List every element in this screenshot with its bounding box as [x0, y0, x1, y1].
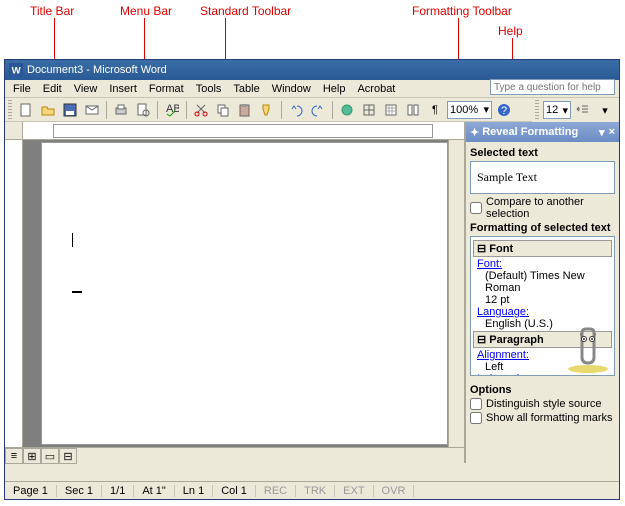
normal-view-button[interactable]: ≡ — [5, 448, 23, 464]
showall-checkbox[interactable]: Show all formatting marks — [470, 412, 615, 424]
hscroll-row: ≡ ⊞ ▭ ⊟ — [5, 447, 464, 463]
font-group[interactable]: ⊟ Font — [473, 240, 612, 257]
callout-fmt-toolbar: Formatting Toolbar — [412, 4, 512, 18]
taskpane-dropdown-icon[interactable]: ▾ — [599, 126, 605, 139]
toolbar-grip[interactable] — [535, 100, 539, 120]
indentation-link[interactable]: Indentation: — [473, 373, 612, 376]
print-icon[interactable] — [111, 100, 131, 120]
show-hide-icon[interactable]: ¶ — [425, 100, 445, 120]
menu-edit[interactable]: Edit — [37, 81, 68, 97]
columns-icon[interactable] — [403, 100, 423, 120]
new-icon[interactable] — [16, 100, 36, 120]
svg-text:?: ? — [501, 105, 507, 117]
taskpane-close-icon[interactable]: × — [609, 126, 615, 138]
svg-text:W: W — [12, 66, 22, 77]
spelling-icon[interactable]: ABC — [162, 100, 182, 120]
help-search-input[interactable] — [490, 79, 615, 95]
callout-help: Help — [498, 24, 523, 38]
distinguish-checkbox[interactable]: Distinguish style source — [470, 398, 615, 410]
menu-insert[interactable]: Insert — [103, 81, 143, 97]
end-of-document-marker — [72, 291, 82, 293]
status-ext[interactable]: EXT — [335, 485, 373, 497]
font-link[interactable]: Font: — [473, 258, 612, 270]
status-at: At 1" — [134, 485, 174, 497]
font-size-combo[interactable]: 12▾ — [543, 101, 571, 119]
menu-window[interactable]: Window — [266, 81, 317, 97]
status-line: Ln 1 — [175, 485, 213, 497]
insert-table-icon[interactable] — [381, 100, 401, 120]
ruler-corner — [5, 122, 23, 140]
menu-help[interactable]: Help — [317, 81, 352, 97]
print-preview-icon[interactable] — [133, 100, 153, 120]
insertion-point — [72, 233, 73, 247]
format-painter-icon[interactable] — [257, 100, 277, 120]
copy-icon[interactable] — [213, 100, 233, 120]
menu-format[interactable]: Format — [143, 81, 190, 97]
formatting-label: Formatting of selected text — [470, 222, 615, 234]
formatting-toolbar: 12▾ ▾ — [532, 98, 618, 122]
callout-menu-bar: Menu Bar — [120, 4, 172, 18]
selected-text-label: Selected text — [470, 147, 615, 159]
vertical-scrollbar[interactable] — [448, 140, 464, 447]
formatting-details: ⊟ Font Font: (Default) Times New Roman 1… — [470, 236, 615, 376]
menu-table[interactable]: Table — [227, 81, 265, 97]
open-icon[interactable] — [38, 100, 58, 120]
word-icon: W — [9, 63, 23, 77]
main-area: ≡ ⊞ ▭ ⊟ ✦ Reveal Formatting ▾ × Selected… — [5, 122, 619, 463]
title-bar: W Document3 - Microsoft Word — [5, 60, 619, 80]
vertical-ruler[interactable] — [5, 140, 23, 447]
status-section: Sec 1 — [57, 485, 102, 497]
menu-acrobat[interactable]: Acrobat — [351, 81, 401, 97]
status-trk[interactable]: TRK — [296, 485, 335, 497]
office-assistant-icon[interactable] — [564, 325, 612, 373]
status-bar: Page 1 Sec 1 1/1 At 1" Ln 1 Col 1 REC TR… — [5, 481, 619, 499]
status-page: Page 1 — [5, 485, 57, 497]
app-window: W Document3 - Microsoft Word File Edit V… — [4, 59, 620, 500]
horizontal-ruler[interactable] — [23, 122, 464, 140]
toolbar-grip[interactable] — [8, 100, 12, 120]
paste-icon[interactable] — [235, 100, 255, 120]
help-icon[interactable]: ? — [494, 100, 514, 120]
standard-toolbar: ABC ¶ 100%▾ ? — [5, 98, 619, 122]
compare-checkbox[interactable]: Compare to another selection — [470, 196, 615, 220]
outline-view-button[interactable]: ⊟ — [59, 448, 77, 464]
task-pane: ✦ Reveal Formatting ▾ × Selected text Sa… — [464, 122, 619, 463]
save-icon[interactable] — [60, 100, 80, 120]
hyperlink-icon[interactable] — [337, 100, 357, 120]
taskpane-title: Reveal Formatting — [482, 126, 578, 138]
language-link[interactable]: Language: — [473, 306, 612, 318]
callout-title-bar: Title Bar — [30, 4, 74, 18]
web-view-button[interactable]: ⊞ — [23, 448, 41, 464]
status-pages: 1/1 — [102, 485, 134, 497]
decrease-indent-icon[interactable] — [573, 100, 593, 120]
document-view — [5, 140, 464, 447]
print-layout-button[interactable]: ▭ — [41, 448, 59, 464]
menu-view[interactable]: View — [68, 81, 104, 97]
tables-borders-icon[interactable] — [359, 100, 379, 120]
taskpane-header: ✦ Reveal Formatting ▾ × — [466, 122, 619, 142]
zoom-combo[interactable]: 100%▾ — [447, 101, 492, 119]
menu-tools[interactable]: Tools — [190, 81, 228, 97]
sample-text-box: Sample Text — [470, 161, 615, 194]
window-title: Document3 - Microsoft Word — [27, 64, 167, 76]
undo-icon[interactable] — [286, 100, 306, 120]
view-buttons: ≡ ⊞ ▭ ⊟ — [5, 448, 77, 463]
cut-icon[interactable] — [191, 100, 211, 120]
options-label: Options — [470, 384, 615, 396]
document-page[interactable] — [41, 142, 448, 445]
status-ovr[interactable]: OVR — [374, 485, 415, 497]
menu-file[interactable]: File — [7, 81, 37, 97]
redo-icon[interactable] — [308, 100, 328, 120]
callout-std-toolbar: Standard Toolbar — [200, 4, 291, 18]
status-col: Col 1 — [213, 485, 256, 497]
status-rec[interactable]: REC — [256, 485, 296, 497]
horizontal-scrollbar[interactable] — [77, 448, 464, 463]
document-area: ≡ ⊞ ▭ ⊟ — [5, 122, 464, 463]
email-icon[interactable] — [82, 100, 102, 120]
toolbar-options-icon[interactable]: ▾ — [595, 100, 615, 120]
